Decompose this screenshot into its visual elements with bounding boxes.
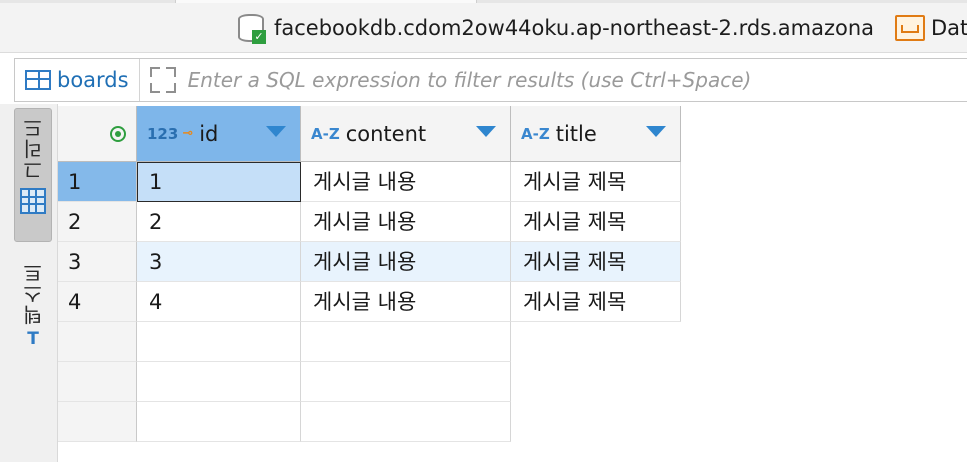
database-connected-icon: ✓ xyxy=(236,10,268,46)
empty-cell xyxy=(137,402,301,442)
sort-arrow-icon[interactable] xyxy=(266,126,286,137)
row-number-empty xyxy=(58,322,137,362)
datasource-indicator[interactable]: Dat xyxy=(895,10,967,46)
cell-title[interactable]: 게시글 제목 xyxy=(511,202,681,242)
view-switcher-panel: 그리드 텍스트 T xyxy=(0,104,58,462)
column-name: content xyxy=(345,121,427,146)
row-number-empty xyxy=(58,402,137,442)
row-number[interactable]: 4 xyxy=(58,282,137,322)
row-number-empty xyxy=(58,362,137,402)
table-icon xyxy=(25,70,51,90)
column-name: title xyxy=(555,121,597,146)
cell-content[interactable]: 게시글 내용 xyxy=(301,282,511,322)
cell-id[interactable]: 3 xyxy=(137,242,301,282)
editor-top-strip: ✓ facebookdb.cdom2ow44oku.ap-northeast-2… xyxy=(0,0,967,53)
tab-text[interactable]: 텍스트 T xyxy=(14,254,52,374)
column-name: id xyxy=(199,121,219,146)
cell-id[interactable]: 2 xyxy=(137,202,301,242)
empty-row xyxy=(58,362,967,402)
filter-toolbar: boards xyxy=(14,58,967,102)
text-format-icon: T xyxy=(27,329,39,349)
empty-cell xyxy=(301,322,511,362)
connection-indicator[interactable]: ✓ facebookdb.cdom2ow44oku.ap-northeast-2… xyxy=(236,10,874,46)
table-row[interactable]: 1 1 게시글 내용 게시글 제목 xyxy=(58,162,967,202)
tab-grid[interactable]: 그리드 xyxy=(14,108,52,242)
empty-row xyxy=(58,322,967,362)
folder-icon xyxy=(895,15,925,41)
numeric-type-icon: 123 xyxy=(147,124,179,143)
cell-id[interactable]: 1 xyxy=(137,162,301,202)
empty-cell xyxy=(137,322,301,362)
table-selector[interactable]: boards xyxy=(15,59,140,101)
column-header-id[interactable]: 123 ⊸ id xyxy=(137,106,301,162)
table-name: boards xyxy=(57,68,129,92)
filter-input[interactable] xyxy=(185,61,967,99)
sort-arrow-icon[interactable] xyxy=(476,126,496,137)
text-type-icon: A-Z xyxy=(521,124,550,143)
cell-title[interactable]: 게시글 제목 xyxy=(511,282,681,322)
table-row[interactable]: 3 3 게시글 내용 게시글 제목 xyxy=(58,242,967,282)
connection-host: facebookdb.cdom2ow44oku.ap-northeast-2.r… xyxy=(274,16,875,40)
tab-text-label: 텍스트 xyxy=(21,262,46,325)
row-number[interactable]: 3 xyxy=(58,242,137,282)
column-header-title[interactable]: A-Z title xyxy=(511,106,681,162)
active-tab-marker[interactable] xyxy=(175,0,477,3)
cell-id[interactable]: 4 xyxy=(137,282,301,322)
result-grid: 123 ⊸ id A-Z content A-Z title 1 1 게시글 내… xyxy=(58,106,967,462)
empty-row xyxy=(58,402,967,442)
tab-grid-label: 그리드 xyxy=(21,117,46,180)
empty-cell xyxy=(301,362,511,402)
cell-content[interactable]: 게시글 내용 xyxy=(301,162,511,202)
column-header-content[interactable]: A-Z content xyxy=(301,106,511,162)
tab-strip xyxy=(0,0,967,3)
row-number[interactable]: 2 xyxy=(58,202,137,242)
primary-key-icon: ⊸ xyxy=(182,126,194,141)
cell-content[interactable]: 게시글 내용 xyxy=(301,242,511,282)
table-row[interactable]: 4 4 게시글 내용 게시글 제목 xyxy=(58,282,967,322)
cell-title[interactable]: 게시글 제목 xyxy=(511,242,681,282)
grid-corner[interactable] xyxy=(58,106,137,162)
text-type-icon: A-Z xyxy=(311,124,340,143)
cell-title[interactable]: 게시글 제목 xyxy=(511,162,681,202)
row-number[interactable]: 1 xyxy=(58,162,137,202)
sort-arrow-icon[interactable] xyxy=(646,126,666,137)
table-row[interactable]: 2 2 게시글 내용 게시글 제목 xyxy=(58,202,967,242)
empty-cell xyxy=(301,402,511,442)
expand-filter-icon[interactable] xyxy=(148,65,178,95)
cell-content[interactable]: 게시글 내용 xyxy=(301,202,511,242)
empty-cell xyxy=(137,362,301,402)
select-all-icon[interactable] xyxy=(110,125,126,142)
grid-icon xyxy=(20,188,46,214)
datasource-label: Dat xyxy=(931,16,967,40)
